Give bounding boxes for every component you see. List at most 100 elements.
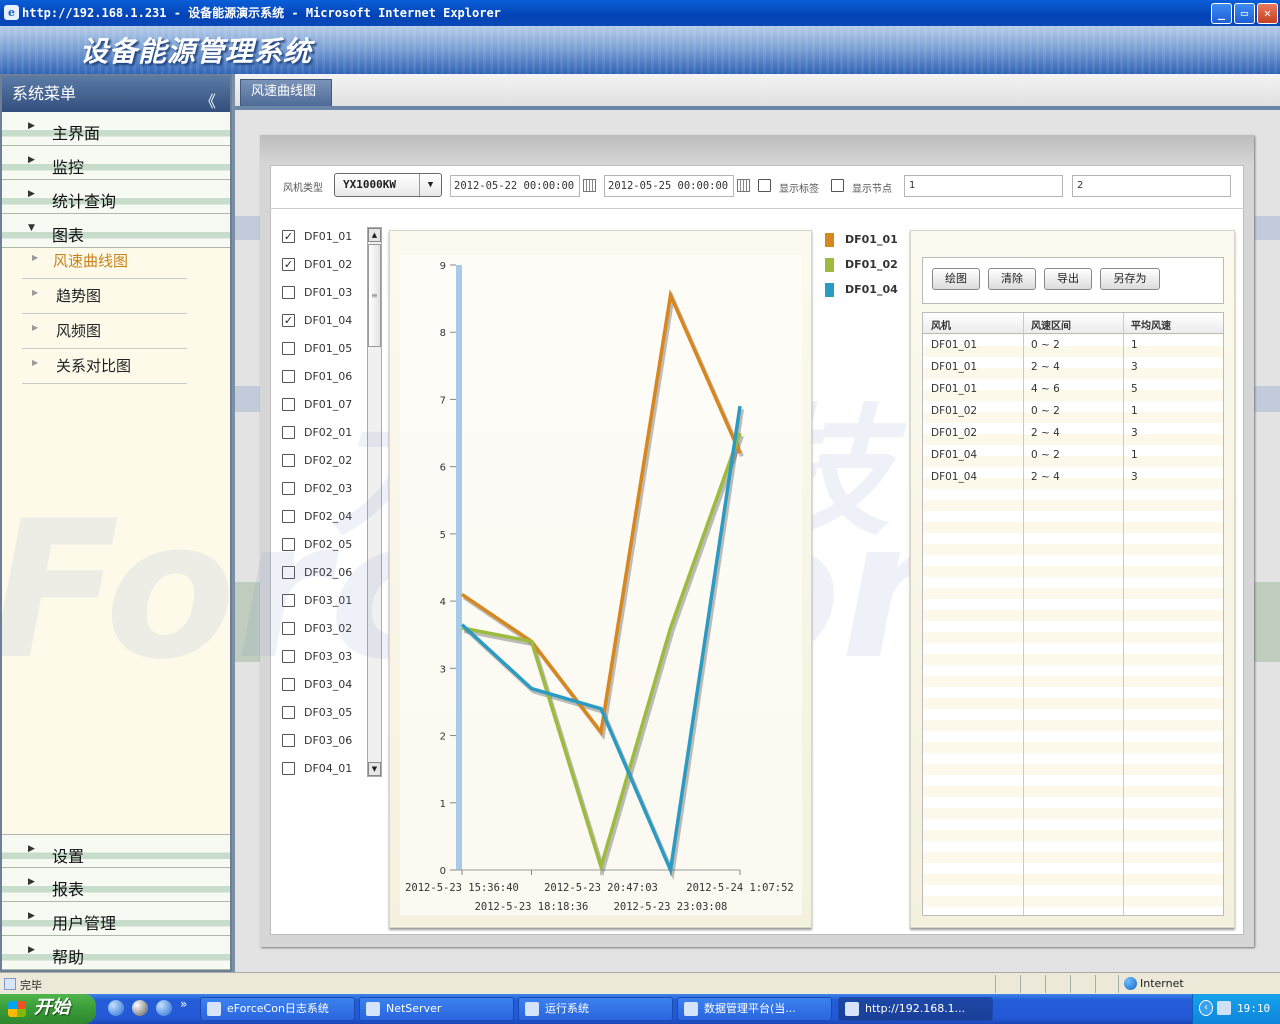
calendar-icon[interactable] [583, 179, 596, 192]
draw-button[interactable]: 绘图 [932, 268, 980, 290]
show-node-checkbox[interactable] [831, 179, 844, 192]
menu-item-reports[interactable]: ▶ 报表 [2, 868, 230, 902]
fan-list-item[interactable]: DF01_03 [280, 283, 380, 303]
fan-list-item[interactable]: DF02_05 [280, 535, 380, 555]
fan-checkbox[interactable]: ✓ [282, 258, 295, 271]
close-button[interactable]: ✕ [1257, 3, 1278, 24]
taskbar-button-runtime[interactable]: 运行系统 [518, 997, 673, 1021]
minimize-button[interactable]: _ [1211, 3, 1232, 24]
fan-list-item[interactable]: DF01_07 [280, 395, 380, 415]
fan-list-scrollbar[interactable]: ▲ ≡ ▼ [367, 227, 382, 777]
fan-list-item[interactable]: DF03_06 [280, 731, 380, 751]
tray-expand-icon[interactable]: ‹ [1199, 1000, 1213, 1016]
fan-list-item[interactable]: DF02_06 [280, 563, 380, 583]
y-tick-label: 7 [440, 395, 446, 406]
fan-checkbox[interactable] [282, 538, 295, 551]
fan-list-item[interactable]: DF03_05 [280, 703, 380, 723]
taskbar-button-netserver[interactable]: NetServer [359, 997, 514, 1021]
fan-checkbox[interactable] [282, 510, 295, 523]
calendar-icon[interactable] [737, 179, 750, 192]
taskbar-button-data-platform[interactable]: 数据管理平台(当... [677, 997, 832, 1021]
menu-item-charts[interactable]: ▼ 图表 [2, 214, 230, 248]
fan-list-item[interactable]: ✓ DF01_02 [280, 255, 380, 275]
fan-list-item[interactable]: DF03_03 [280, 647, 380, 667]
fan-type-select[interactable]: YX1000KW ▼ [334, 173, 442, 197]
browser-quicklaunch-icon[interactable] [156, 1000, 172, 1016]
fan-checkbox[interactable]: ✓ [282, 230, 295, 243]
fan-checkbox[interactable] [282, 398, 295, 411]
menu-item-settings[interactable]: ▶ 设置 [2, 834, 230, 868]
fan-checkbox[interactable] [282, 762, 295, 775]
start-button[interactable]: 开始 [0, 994, 96, 1024]
column-header-avg-speed[interactable]: 平均风速 [1131, 317, 1171, 332]
show-tag-checkbox[interactable] [758, 179, 771, 192]
fan-checkbox[interactable] [282, 482, 295, 495]
menu-item-help[interactable]: ▶ 帮助 [2, 936, 230, 970]
fan-list-item[interactable]: DF02_01 [280, 423, 380, 443]
submenu-wind-frequency[interactable]: ▶ 风频图 [22, 314, 187, 349]
fan-list-item[interactable]: DF02_03 [280, 479, 380, 499]
submenu-trend[interactable]: ▶ 趋势图 [22, 279, 187, 314]
fan-checkbox[interactable] [282, 622, 295, 635]
fan-label: DF03_06 [304, 734, 353, 747]
column-header-speed-range[interactable]: 风速区间 [1031, 317, 1071, 332]
fan-type-label: 风机类型 [283, 183, 323, 194]
menu-item-label: 帮助 [52, 948, 85, 967]
scroll-up-icon[interactable]: ▲ [368, 228, 381, 242]
taskbar-button-browser[interactable]: http://192.168.1... [838, 997, 993, 1021]
save-as-button[interactable]: 另存为 [1100, 268, 1160, 290]
tab-wind-speed-curve[interactable]: 风速曲线图 [240, 79, 332, 106]
fan-list-item[interactable]: DF01_06 [280, 367, 380, 387]
end-date-input[interactable]: 2012-05-25 00:00:00 [604, 175, 734, 197]
windows-logo-icon [8, 1001, 26, 1017]
fan-list-item[interactable]: ✓ DF01_01 [280, 227, 380, 247]
fan-checkbox[interactable] [282, 678, 295, 691]
fan-checkbox[interactable] [282, 594, 295, 607]
toolbar-divider [270, 208, 1244, 209]
fan-list-item[interactable]: DF02_02 [280, 451, 380, 471]
fan-checkbox[interactable] [282, 650, 295, 663]
fan-checkbox[interactable] [282, 734, 295, 747]
scroll-down-icon[interactable]: ▼ [368, 762, 381, 776]
maximize-button[interactable]: ▭ [1234, 3, 1255, 24]
fan-checkbox[interactable] [282, 566, 295, 579]
menu-item-statistics[interactable]: ▶ 统计查询 [2, 180, 230, 214]
fan-list-item[interactable]: ✓ DF01_04 [280, 311, 380, 331]
fan-list-item[interactable]: DF04_01 [280, 759, 380, 777]
submenu-relation-compare[interactable]: ▶ 关系对比图 [22, 349, 187, 384]
export-button[interactable]: 导出 [1044, 268, 1092, 290]
media-quicklaunch-icon[interactable] [132, 1000, 148, 1016]
param-input-1[interactable]: 1 [904, 175, 1063, 197]
fan-list-item[interactable]: DF01_05 [280, 339, 380, 359]
menu-item-user-management[interactable]: ▶ 用户管理 [2, 902, 230, 936]
fan-list-item[interactable]: DF03_01 [280, 591, 380, 611]
fan-checkbox[interactable] [282, 286, 295, 299]
window-icon [684, 1002, 698, 1016]
fan-list-item[interactable]: DF03_02 [280, 619, 380, 639]
start-date-input[interactable]: 2012-05-22 00:00:00 [450, 175, 580, 197]
quicklaunch-more-icon[interactable]: » [180, 997, 187, 1011]
menu-item-home[interactable]: ▶ 主界面 [2, 112, 230, 146]
triangle-right-icon: ▶ [28, 121, 35, 131]
fan-checkbox[interactable] [282, 426, 295, 439]
taskbar-button-log-system[interactable]: eForceCon日志系统 [200, 997, 355, 1021]
submenu-wind-speed-curve[interactable]: ▶ 风速曲线图 [22, 248, 187, 279]
param-input-2[interactable]: 2 [1072, 175, 1231, 197]
table-cell: DF01_02 [931, 427, 978, 439]
ie-quicklaunch-icon[interactable] [108, 1000, 124, 1016]
fan-list-item[interactable]: DF02_04 [280, 507, 380, 527]
fan-list-item[interactable]: DF03_04 [280, 675, 380, 695]
fan-checkbox[interactable] [282, 342, 295, 355]
scroll-thumb[interactable]: ≡ [368, 244, 381, 347]
fan-checkbox[interactable] [282, 706, 295, 719]
network-tray-icon[interactable] [1217, 1001, 1231, 1015]
clear-button[interactable]: 清除 [988, 268, 1036, 290]
fan-checkbox[interactable] [282, 454, 295, 467]
fan-checkbox[interactable]: ✓ [282, 314, 295, 327]
column-header-fan[interactable]: 风机 [931, 317, 951, 332]
fan-checkbox[interactable] [282, 370, 295, 383]
table-cell: 1 [1131, 449, 1138, 461]
status-bar: 完毕 Internet [0, 972, 1280, 994]
taskbar: 开始 » eForceCon日志系统 NetServer 运行系统 数据管理平台… [0, 994, 1280, 1024]
menu-item-monitor[interactable]: ▶ 监控 [2, 146, 230, 180]
